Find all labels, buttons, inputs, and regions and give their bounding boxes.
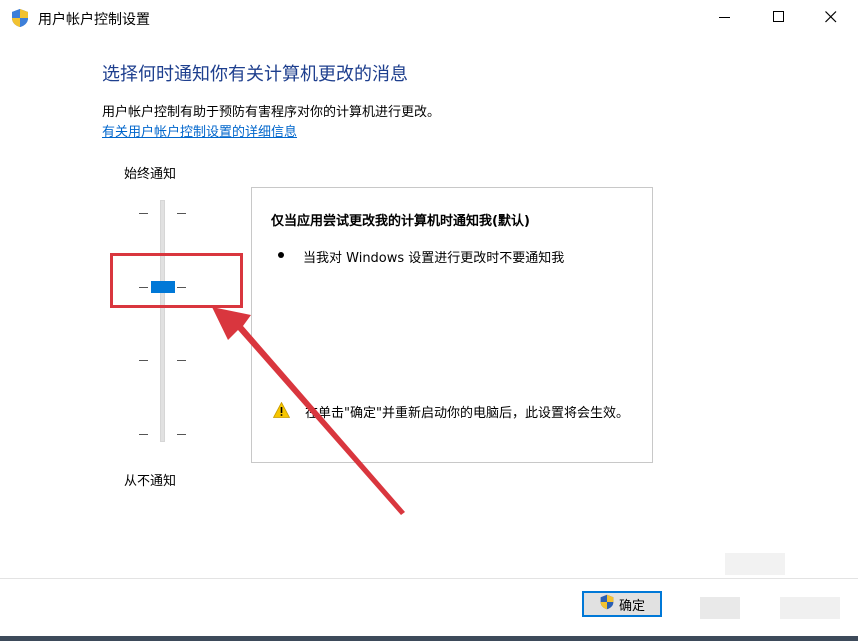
slider-track[interactable] (160, 200, 165, 442)
uac-details-link[interactable]: 有关用户帐户控制设置的详细信息 (102, 121, 297, 140)
setting-bullet-text: 当我对 Windows 设置进行更改时不要通知我 (303, 251, 565, 266)
slider-tick (177, 434, 186, 435)
ok-button-label: 确定 (618, 598, 645, 614)
close-button[interactable] (808, 0, 854, 34)
footer-separator (0, 578, 858, 579)
uac-settings-window: 用户帐户控制设置 选择何时通知你有关计算机更改的消息 用户帐户控制有助于预防有害… (0, 0, 858, 641)
slider-top-label: 始终通知 (124, 167, 177, 182)
blurred-apply-button (780, 597, 840, 619)
bullet-icon (278, 252, 284, 258)
window-bottom-edge (0, 636, 858, 641)
slider-bottom-label: 从不通知 (124, 474, 177, 489)
close-icon (825, 11, 837, 23)
maximize-button[interactable] (756, 0, 802, 34)
minimize-button[interactable] (702, 0, 748, 34)
title-bar: 用户帐户控制设置 (0, 0, 858, 36)
setting-title: 仅当应用尝试更改我的计算机时通知我(默认) (271, 214, 530, 229)
warning-text: 在单击"确定"并重新启动你的电脑后，此设置将会生效。 (305, 406, 629, 421)
uac-shield-icon (10, 8, 30, 28)
slider-tick (139, 213, 148, 214)
slider-tick (177, 213, 186, 214)
blurred-region (725, 553, 785, 575)
slider-tick (177, 360, 186, 361)
annotation-highlight-box (110, 253, 243, 308)
description-text: 用户帐户控制有助于预防有害程序对你的计算机进行更改。 (102, 105, 441, 120)
blurred-cancel-button (700, 597, 740, 619)
minimize-icon (719, 17, 730, 18)
window-title: 用户帐户控制设置 (38, 12, 150, 28)
warning-icon (272, 401, 291, 418)
maximize-icon (773, 11, 784, 22)
slider-tick (139, 360, 148, 361)
slider-tick (139, 434, 148, 435)
uac-shield-icon (599, 594, 615, 614)
ok-button[interactable]: 确定 (582, 591, 662, 617)
page-heading: 选择何时通知你有关计算机更改的消息 (102, 64, 408, 85)
